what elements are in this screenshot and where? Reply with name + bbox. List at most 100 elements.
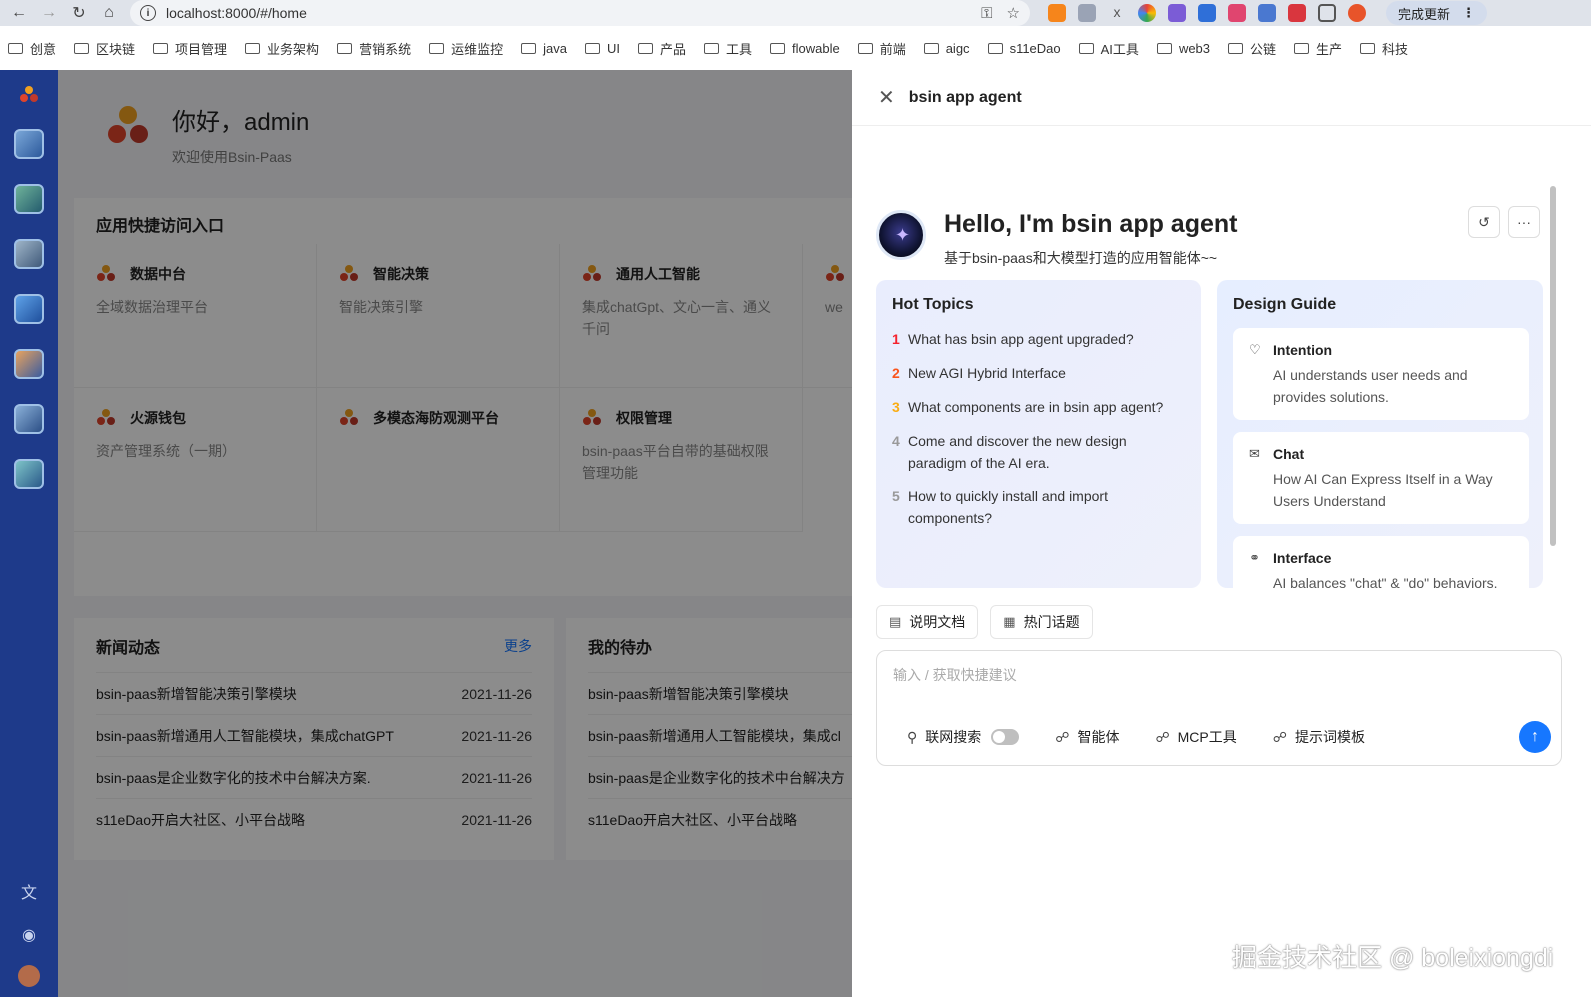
bookmark-item[interactable]: AI工具 [1078, 39, 1139, 58]
bookmark-item[interactable]: 项目管理 [153, 39, 227, 58]
topic-rank: 5 [892, 488, 900, 504]
folder-icon [584, 42, 600, 54]
arrow-up-icon: ↑ [1531, 728, 1539, 745]
calendar-icon: ▤ [889, 614, 902, 629]
agent-avatar: ✦ [876, 210, 926, 260]
agent-tool-button[interactable]: ☍ 智能体 [1055, 727, 1119, 747]
address-bar[interactable]: i localhost:8000/#/home ⚿ ☆ [130, 0, 1030, 26]
translate-icon[interactable]: 文 [21, 879, 37, 903]
design-guide-item[interactable]: ♡ Intention AI understands user needs and … [1233, 328, 1529, 420]
web-search-switch[interactable] [991, 729, 1020, 745]
hot-topic-item[interactable]: 2 New AGI Hybrid Interface [892, 362, 1182, 384]
design-guide-item[interactable]: ⚭ Interface AI balances "chat" & "do" beha… [1233, 536, 1529, 588]
folder-icon [987, 42, 1003, 54]
folder-icon [74, 42, 90, 54]
bookmark-item[interactable]: s11eDao [987, 41, 1061, 56]
heart-icon: ♡ [1249, 342, 1261, 357]
nav-app-4-icon[interactable] [14, 294, 44, 324]
hot-topic-item[interactable]: 4 Come and discover the new design paradi… [892, 430, 1182, 474]
purple-ext-icon[interactable] [1168, 4, 1186, 22]
bookmark-item[interactable]: 创意 [8, 39, 56, 58]
nav-app-1-icon[interactable] [14, 129, 44, 159]
scrollbar-thumb[interactable] [1550, 186, 1556, 546]
guide-item-desc: How AI Can Express Itself in a Way Users… [1273, 471, 1493, 509]
paperclip-icon: ⚭ [1249, 550, 1260, 565]
guide-item-title: Interface [1273, 550, 1332, 566]
puzzle-icon[interactable] [1318, 4, 1336, 22]
avatar[interactable] [18, 965, 40, 987]
folder-icon [245, 42, 261, 54]
topic-rank: 2 [892, 365, 900, 381]
folder-icon [857, 42, 873, 54]
folder-icon [1294, 42, 1310, 54]
color-ext-icon[interactable] [1138, 4, 1156, 22]
bookmark-item[interactable]: 营销系统 [337, 39, 411, 58]
bookmark-item[interactable]: 生产 [1294, 39, 1342, 58]
chat-input[interactable]: 输入 / 获取快捷建议 [893, 665, 1017, 685]
update-button[interactable]: 完成更新 ⋮ [1386, 1, 1488, 25]
web-search-toggle[interactable]: ⚲ 联网搜索 [907, 727, 1020, 747]
bookmark-item[interactable]: UI [584, 41, 620, 56]
metamask-icon[interactable] [1048, 4, 1066, 22]
app-logo-icon[interactable] [19, 84, 39, 104]
drawer-mask[interactable] [58, 70, 852, 997]
link-icon: ☍ [1055, 728, 1070, 745]
bookmark-item[interactable]: 前端 [857, 39, 906, 58]
bookmark-item[interactable]: flowable [769, 41, 840, 56]
hot-topic-item[interactable]: 5 How to quickly install and import compo… [892, 485, 1182, 529]
bookmark-item[interactable]: java [521, 41, 567, 56]
key-icon[interactable]: ⚿ [981, 5, 992, 22]
bookmark-item[interactable]: aigc [923, 41, 970, 56]
prompt-template-button[interactable]: ☍ 提示词模板 [1273, 727, 1365, 747]
folder-icon [1228, 42, 1244, 54]
hot-topic-item[interactable]: 1 What has bsin app agent upgraded? [892, 328, 1182, 350]
red-ext-icon[interactable] [1288, 4, 1306, 22]
guide-item-title: Intention [1273, 342, 1333, 358]
tree-ext-icon[interactable] [1258, 4, 1276, 22]
bookmark-item[interactable]: 业务架构 [245, 39, 319, 58]
site-info-icon[interactable]: i [140, 5, 156, 21]
hot-topics-card: Hot Topics 1 What has bsin app agent upgr… [876, 280, 1201, 588]
reload-icon[interactable]: ↻ [68, 2, 90, 24]
pink-ext-icon[interactable] [1228, 4, 1246, 22]
search-icon: ⚲ [907, 728, 918, 745]
hot-topics-chip[interactable]: ▦ 热门话题 [990, 605, 1093, 639]
forward-icon[interactable]: → [38, 2, 60, 24]
folder-icon [1360, 42, 1376, 54]
app-root: 文 ◉ 你好，admin 欢迎使用Bsin-Paas 应用快捷访问入口 数据中台… [0, 70, 1591, 997]
link-icon: ☍ [1272, 728, 1287, 745]
hot-topic-item[interactable]: 3 What components are in bsin app agent? [892, 396, 1182, 418]
nav-app-2-icon[interactable] [14, 184, 44, 214]
x-ext-icon[interactable]: x [1108, 4, 1126, 22]
design-guide-item[interactable]: ✉ Chat How AI Can Express Itself in a Way … [1233, 432, 1529, 524]
nav-app-3-icon[interactable] [14, 239, 44, 269]
nav-app-6-icon[interactable] [14, 404, 44, 434]
guide-item-desc: AI understands user needs and provides s… [1273, 367, 1468, 405]
bookmark-item[interactable]: 工具 [703, 39, 752, 58]
back-icon[interactable]: ← [8, 2, 30, 24]
extensions-bar: x [1042, 4, 1372, 22]
bookmark-item[interactable]: 公链 [1228, 39, 1276, 58]
bookmark-item[interactable]: 产品 [637, 39, 686, 58]
bookmark-item[interactable]: 科技 [1360, 39, 1408, 58]
share-button[interactable]: ↺ [1468, 206, 1500, 238]
docs-chip[interactable]: ▤ 说明文档 [876, 605, 979, 639]
bookmark-item[interactable]: 区块链 [74, 39, 135, 58]
bookmark-item[interactable]: web3 [1156, 41, 1210, 56]
star-icon[interactable]: ☆ [1007, 4, 1020, 22]
nav-app-5-icon[interactable] [14, 349, 44, 379]
github-icon[interactable]: ◉ [22, 925, 36, 945]
composer-tools: ⚲ 联网搜索 ☍ 智能体 ☍ MCP工具 ☍ 提示词模板 [907, 727, 1401, 747]
mcp-tool-button[interactable]: ☍ MCP工具 [1155, 727, 1236, 747]
send-button[interactable]: ↑ [1519, 721, 1551, 753]
blue-ext-icon[interactable] [1198, 4, 1216, 22]
more-button[interactable]: ··· [1508, 206, 1540, 238]
chat-composer[interactable]: 输入 / 获取快捷建议 ⚲ 联网搜索 ☍ 智能体 ☍ MCP工具 ☍ 提示词模板… [876, 650, 1562, 766]
bookmark-item[interactable]: 运维监控 [429, 39, 503, 58]
shield-ext-icon[interactable] [1078, 4, 1096, 22]
folder-icon [703, 42, 719, 54]
close-icon[interactable]: ✕ [878, 85, 895, 110]
profile-icon[interactable] [1348, 4, 1366, 22]
home-icon[interactable]: ⌂ [98, 2, 120, 24]
nav-app-7-icon[interactable] [14, 459, 44, 489]
